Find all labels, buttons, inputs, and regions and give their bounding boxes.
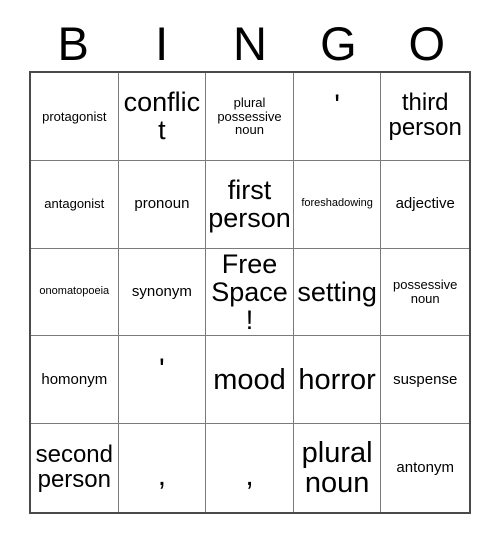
bingo-cell-r4c4[interactable]: horror [293, 336, 382, 425]
bingo-cell-label: possessive noun [393, 277, 458, 306]
header-letter-o: O [408, 17, 446, 70]
bingo-cell-r5c2[interactable]: , [118, 424, 207, 512]
bingo-cell-label: protagonist [42, 108, 107, 124]
bingo-cell-label: suspense [393, 370, 458, 388]
bingo-card: B I N G O protagonist conflict plural poss… [0, 0, 500, 544]
bingo-cell-r3c2[interactable]: synonym [118, 248, 207, 337]
bingo-cell-label: ' [159, 352, 165, 386]
bingo-cell-label: second person [35, 441, 113, 494]
bingo-cell-r1c3[interactable]: plural possessive noun [206, 73, 294, 161]
bingo-cell-label: onomatopoeia [39, 285, 110, 298]
bingo-cell-r2c3[interactable]: first person [206, 160, 294, 249]
bingo-cell-label: horror [298, 363, 376, 396]
bingo-cell-r5c3[interactable]: , [206, 424, 294, 512]
bingo-cell-r4c1[interactable]: homonym [31, 336, 119, 425]
bingo-cell-r2c5[interactable]: adjective [381, 160, 469, 249]
bingo-cell-label: pronoun [134, 195, 190, 213]
bingo-cell-label: , [245, 459, 254, 493]
header-letter-g: G [320, 17, 357, 70]
bingo-cell-label: synonym [131, 283, 192, 301]
bingo-cell-r2c2[interactable]: pronoun [118, 160, 207, 249]
bingo-header: B I N G O [29, 12, 471, 68]
bingo-cell-label: foreshadowing [301, 197, 373, 210]
bingo-cell-label: setting [297, 276, 377, 307]
bingo-cell-label: first person [208, 175, 291, 234]
bingo-cell-r3c1[interactable]: onomatopoeia [31, 248, 119, 337]
bingo-grid: protagonist conflict plural possessive nou… [29, 71, 471, 514]
bingo-cell-r1c4[interactable]: ' [293, 73, 382, 161]
bingo-cell-label: homonym [41, 370, 108, 388]
bingo-cell-r2c1[interactable]: antagonist [31, 160, 119, 249]
bingo-cell-r5c5[interactable]: antonym [381, 424, 469, 512]
bingo-cell-r1c5[interactable]: third person [381, 73, 469, 161]
header-letter-b: B [57, 17, 89, 70]
bingo-cell-r3c4[interactable]: setting [293, 248, 382, 337]
header-letter-n: N [233, 17, 267, 70]
bingo-cell-label: antonym [396, 459, 454, 477]
bingo-cell-label: Free Space! [211, 248, 288, 336]
bingo-cell-label: plural noun [301, 436, 373, 500]
bingo-cell-r4c2[interactable]: ' [118, 336, 207, 425]
bingo-cell-r1c2[interactable]: conflict [118, 73, 207, 161]
bingo-cell-label: ' [334, 89, 340, 123]
bingo-cell-label: , [157, 459, 167, 493]
header-letter-i: I [155, 17, 169, 70]
bingo-cell-r1c1[interactable]: protagonist [31, 73, 119, 161]
bingo-cell-label: conflict [123, 87, 201, 146]
bingo-cell-r2c4[interactable]: foreshadowing [293, 160, 382, 249]
bingo-cell-label: mood [213, 363, 286, 396]
bingo-cell-label: plural possessive noun [217, 95, 282, 138]
bingo-cell-r5c4[interactable]: plural noun [293, 424, 382, 512]
bingo-cell-label: adjective [395, 195, 455, 213]
bingo-cell-r3c3[interactable]: Free Space! [206, 248, 294, 337]
bingo-cell-label: antagonist [44, 196, 105, 212]
bingo-cell-r3c5[interactable]: possessive noun [381, 248, 469, 337]
bingo-cell-r4c5[interactable]: suspense [381, 336, 469, 425]
bingo-cell-r5c1[interactable]: second person [31, 424, 119, 512]
bingo-cell-r4c3[interactable]: mood [206, 336, 294, 425]
bingo-cell-label: third person [388, 89, 462, 142]
